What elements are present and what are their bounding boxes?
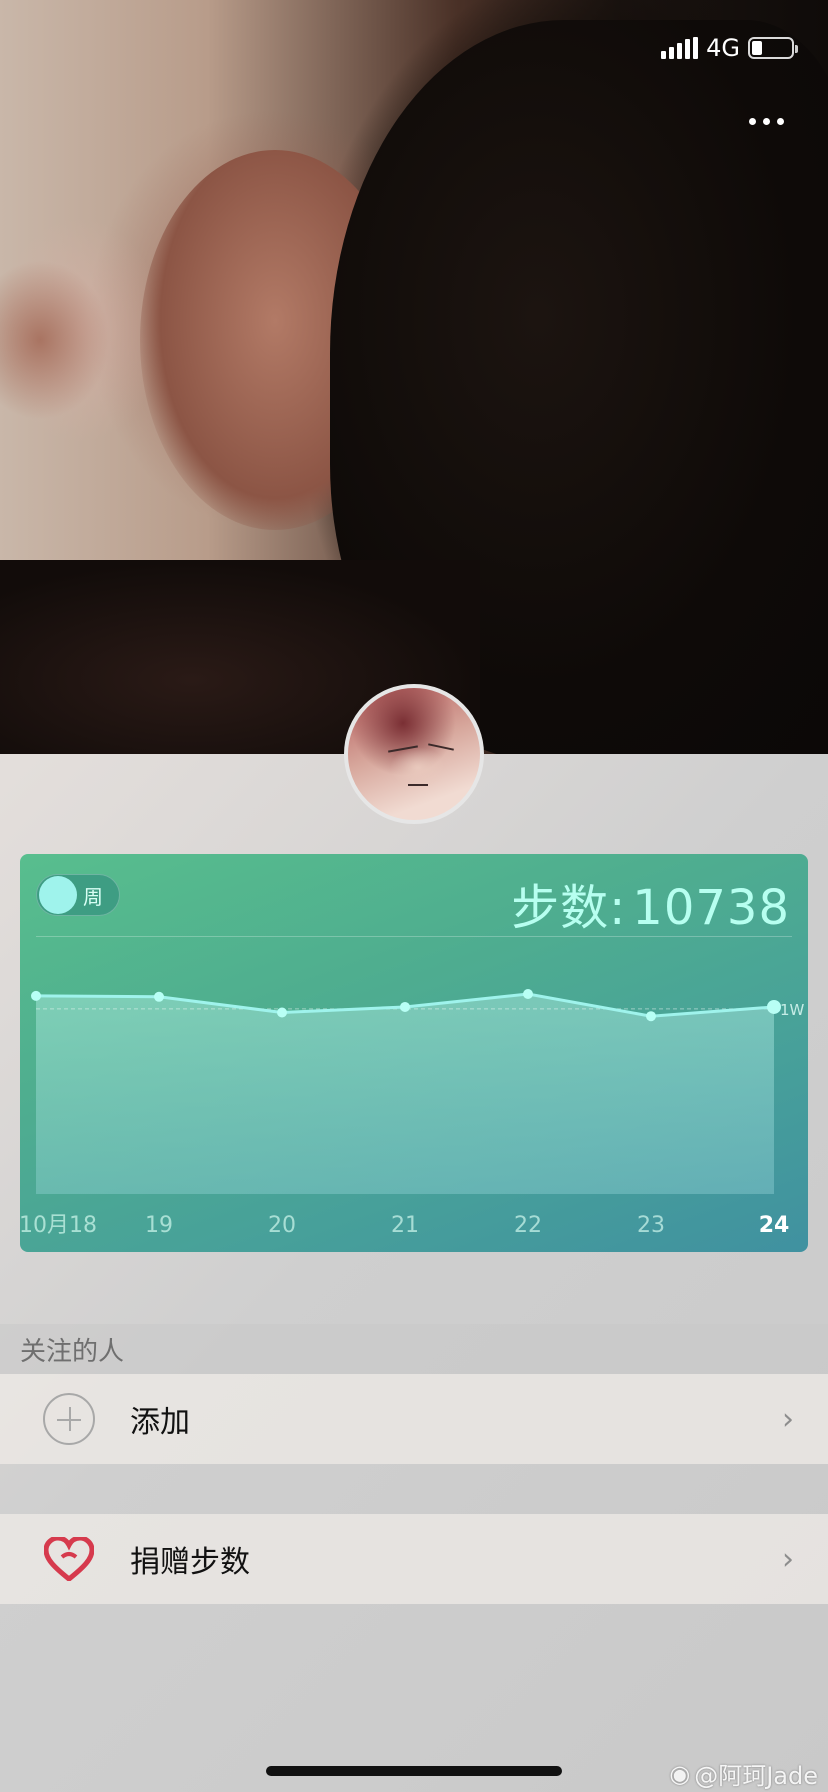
donate-steps-row[interactable]: 捐赠步数 › (0, 1514, 828, 1604)
data-point (31, 990, 41, 1001)
signal-icon (661, 37, 699, 59)
cover-photo[interactable] (0, 0, 828, 754)
more-options-button[interactable] (749, 118, 784, 125)
x-tick-label: 24 (759, 1213, 790, 1238)
donate-steps-label: 捐赠步数 (130, 1545, 250, 1580)
data-point (277, 1007, 287, 1018)
x-tick-label: 19 (145, 1213, 173, 1238)
steps-chart-card: 周 步数: 10738 1W 10月18 19 20 21 22 23 24 (20, 854, 808, 1252)
data-point (400, 1001, 410, 1012)
avatar[interactable] (344, 684, 484, 824)
network-type: 4G (706, 34, 740, 62)
watermark-text: @阿珂Jade (694, 1762, 818, 1790)
battery-level (752, 41, 762, 55)
x-tick-label: 22 (514, 1213, 542, 1238)
heart-icon (42, 1532, 96, 1586)
x-tick-label: 21 (391, 1213, 419, 1238)
x-tick-label: 23 (637, 1213, 665, 1238)
add-following-label: 添加 (130, 1405, 190, 1440)
home-indicator[interactable] (266, 1766, 562, 1776)
chevron-right-icon: › (782, 1541, 794, 1577)
x-tick-label: 20 (268, 1213, 296, 1238)
following-section-title: 关注的人 (20, 1336, 125, 1367)
steps-chart: 1W 10月18 19 20 21 22 23 24 (20, 989, 805, 1238)
data-point (646, 1011, 656, 1022)
add-following-row[interactable]: 添加 › (0, 1374, 828, 1464)
status-bar: 4G (661, 34, 798, 62)
cover-photo-hand (0, 260, 110, 420)
weibo-icon: ◉ (669, 1759, 691, 1788)
data-point (523, 989, 533, 999)
data-point (767, 999, 781, 1014)
chevron-right-icon: › (782, 1401, 794, 1437)
x-tick-label: 10月18 (20, 1213, 97, 1238)
chart-area (36, 994, 774, 1194)
watermark: ◉ @阿珂Jade (669, 1756, 818, 1791)
data-point (154, 991, 164, 1002)
add-icon (42, 1392, 96, 1446)
battery-icon (748, 37, 798, 59)
following-section-header: 关注的人 (0, 1324, 828, 1374)
reference-line-label: 1W (780, 1001, 805, 1019)
